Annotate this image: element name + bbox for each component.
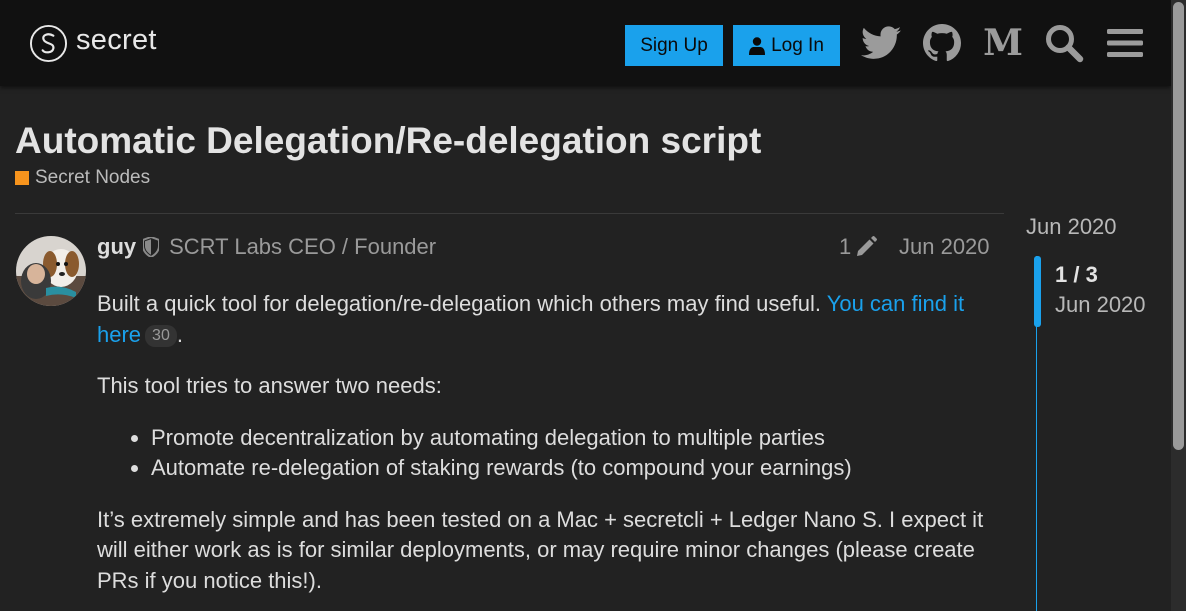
list-item: Automate re-delegation of staking reward… bbox=[151, 453, 987, 484]
sign-up-button[interactable]: Sign Up bbox=[625, 25, 723, 66]
menu-icon bbox=[1107, 29, 1143, 57]
scrollbar-thumb[interactable] bbox=[1173, 2, 1184, 450]
svg-text:M: M bbox=[983, 27, 1023, 59]
link-click-count: 30 bbox=[145, 324, 177, 347]
list-item: Promote decentralization by automating d… bbox=[151, 423, 987, 454]
user-icon bbox=[749, 36, 766, 55]
post-paragraph: It’s extremely simple and has been teste… bbox=[97, 506, 984, 593]
needs-list: Promote decentralization by automating d… bbox=[151, 423, 987, 484]
post-date[interactable]: Jun 2020 bbox=[899, 234, 990, 260]
avatar-image bbox=[16, 236, 86, 306]
topic-title[interactable]: Automatic Delegation/Re-delegation scrip… bbox=[15, 120, 761, 162]
post-paragraph: Built a quick tool for delegation/re-del… bbox=[97, 289, 987, 350]
twitter-link[interactable] bbox=[860, 22, 902, 64]
log-in-button[interactable]: Log In bbox=[733, 25, 840, 66]
github-icon bbox=[923, 24, 961, 62]
timeline-start-date[interactable]: Jun 2020 bbox=[1026, 214, 1117, 240]
medium-icon: M bbox=[983, 27, 1023, 59]
post-body: Built a quick tool for delegation/re-del… bbox=[97, 289, 987, 611]
page-scrollbar[interactable] bbox=[1171, 0, 1186, 611]
secret-logo-icon bbox=[29, 24, 68, 63]
logo-text: secret bbox=[76, 24, 157, 56]
github-link[interactable] bbox=[921, 22, 963, 64]
intro-end: . bbox=[176, 321, 183, 347]
avatar[interactable] bbox=[16, 236, 86, 306]
hamburger-menu-button[interactable] bbox=[1104, 22, 1146, 64]
edit-history[interactable]: 1 bbox=[839, 234, 878, 260]
category-badge[interactable]: Secret Nodes bbox=[15, 167, 150, 189]
user-title: SCRT Labs CEO / Founder bbox=[169, 234, 437, 259]
username[interactable]: guy bbox=[97, 234, 136, 260]
log-in-label: Log In bbox=[771, 34, 824, 56]
pencil-icon bbox=[857, 236, 878, 256]
site-logo[interactable]: secret bbox=[29, 24, 157, 63]
edit-count: 1 bbox=[839, 234, 852, 259]
post-paragraph: This tool tries to answer two needs: bbox=[97, 373, 442, 398]
title-divider bbox=[15, 213, 1004, 214]
shield-icon bbox=[143, 237, 160, 257]
category-color-swatch bbox=[15, 171, 29, 185]
intro-text: Built a quick tool for delegation/re-del… bbox=[97, 291, 827, 316]
post-author: guy SCRT Labs CEO / Founder bbox=[97, 234, 436, 260]
timeline-handle[interactable] bbox=[1034, 256, 1041, 327]
timeline-current-date: Jun 2020 bbox=[1055, 292, 1146, 317]
medium-link[interactable]: M bbox=[982, 22, 1024, 64]
timeline-position: 1 / 3 bbox=[1055, 262, 1098, 287]
site-header: secret Sign Up Log In M bbox=[0, 0, 1171, 86]
twitter-icon bbox=[861, 26, 901, 59]
search-button[interactable] bbox=[1043, 22, 1085, 64]
search-icon bbox=[1046, 25, 1084, 63]
category-name: Secret Nodes bbox=[35, 167, 151, 188]
